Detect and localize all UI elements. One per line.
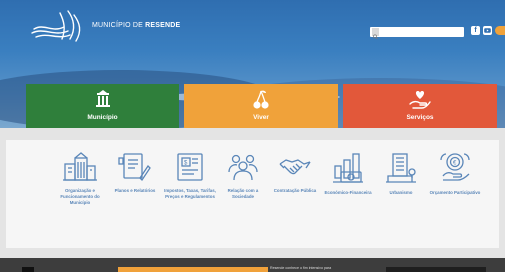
service-organizacao[interactable]: Organização e Funcionamento do Município [54, 152, 106, 206]
facebook-icon[interactable]: f [471, 26, 480, 35]
handshake-icon [279, 159, 311, 175]
service-label: Relação com a Sociedade [227, 188, 259, 199]
tile-label: Viver [253, 114, 269, 121]
municipality-logo-icon[interactable] [30, 7, 90, 45]
news-thumbnail[interactable] [22, 267, 34, 272]
news-thumbnail[interactable] [386, 267, 486, 272]
service-contratacao[interactable]: Contratação Pública [269, 152, 321, 194]
finance-chart-icon [333, 153, 363, 183]
service-label: Impostos, Taxas, Tarifas, Preços e Regul… [164, 188, 216, 199]
tile-municipio[interactable]: Município [26, 84, 179, 128]
tile-viver[interactable]: Viver [184, 84, 338, 128]
building-icon [63, 152, 97, 181]
services-panel: Organização e Funcionamento do Município… [6, 140, 499, 248]
service-planos[interactable]: Planos e Relatórios [109, 152, 161, 194]
service-label: Económico-Financeira [324, 190, 372, 195]
hand-heart-icon [409, 91, 431, 109]
youtube-icon[interactable] [483, 26, 492, 35]
service-label: Urbanismo [389, 190, 413, 195]
service-label: Organização e Funcionamento do Município [60, 188, 100, 205]
tile-servicos[interactable]: Serviços [343, 84, 497, 128]
news-banner[interactable] [118, 267, 268, 272]
site-brand[interactable]: MUNICÍPIO DE RESENDE [92, 22, 180, 29]
participatory-budget-icon: € [440, 153, 470, 181]
service-urbanismo[interactable]: Urbanismo [375, 152, 427, 196]
invoice-icon: $ [177, 153, 203, 181]
brand-prefix: MUNICÍPIO DE [92, 22, 146, 29]
brand-name: RESENDE [145, 22, 181, 29]
service-label: Contratação Pública [273, 188, 317, 193]
search-input[interactable] [370, 27, 464, 40]
service-economico[interactable]: Económico-Financeira [322, 152, 374, 196]
tile-label: Serviços [406, 114, 434, 121]
hero-banner: MUNICÍPIO DE RESENDE f Município Viver S… [0, 0, 505, 128]
service-relacao[interactable]: Relação com a Sociedade [217, 152, 269, 200]
service-label: Planos e Relatórios [114, 188, 156, 193]
search-icon[interactable] [372, 28, 379, 40]
document-pencil-icon [118, 153, 151, 182]
people-icon [228, 154, 258, 181]
service-label: Orçamento Participativo [429, 190, 481, 195]
news-strip: Resende conhece o fim intensivo para [0, 258, 505, 272]
cherries-icon [253, 90, 269, 109]
accessibility-icon[interactable] [495, 26, 505, 35]
news-snippet[interactable]: Resende conhece o fim intensivo para [270, 266, 331, 270]
urban-building-icon [386, 153, 416, 183]
tile-label: Município [87, 114, 118, 121]
service-impostos[interactable]: $ Impostos, Taxas, Tarifas, Preços e Reg… [164, 152, 216, 200]
service-orcamento[interactable]: € Orçamento Participativo [429, 152, 481, 196]
monument-icon [95, 90, 110, 107]
